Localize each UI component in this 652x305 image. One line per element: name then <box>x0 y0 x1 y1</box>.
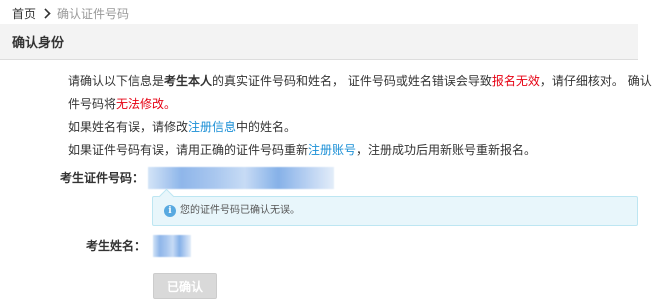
notice-text-segment: 中的姓名。 <box>236 120 297 134</box>
register-account-link[interactable]: 注册账号 <box>308 143 356 157</box>
notice-text-segment: 如果姓名有误，请修改 <box>68 120 189 134</box>
chevron-right-icon <box>40 7 51 19</box>
info-message-text: 您的证件号码已确认无误。 <box>180 205 300 216</box>
section-header: 确认身份 <box>0 24 638 60</box>
info-message-box: i 您的证件号码已确认无误。 <box>152 188 638 226</box>
notice-text-segment: 请确认以下信息是 <box>68 74 165 88</box>
notice-text-segment: 件号码将 <box>68 97 117 111</box>
notice-text: 请确认以下信息是考生本人的真实证件号码和姓名， 证件号码或姓名错误会导致报名无效… <box>68 70 652 162</box>
notice-line-3: 如果姓名有误，请修改注册信息中的姓名。 <box>68 116 652 139</box>
info-box-arrow <box>158 188 175 205</box>
name-value <box>153 235 191 257</box>
notice-emphasis: 考生本人 <box>164 74 213 88</box>
breadcrumb-current: 确认证件号码 <box>57 6 130 21</box>
notice-text-segment: 的真实证件号码和姓名， 证件号码或姓名错误会导致 <box>212 74 492 88</box>
notice-text-segment: ，注册成功后用新账号重新报名。 <box>356 143 537 157</box>
notice-line-2: 件号码将无法修改。 <box>68 93 652 116</box>
notice-text-segment: ，请仔细核对。 确认后证 <box>539 74 652 88</box>
breadcrumb-home-link[interactable]: 首页 <box>12 5 36 22</box>
info-icon: i <box>164 205 176 217</box>
notice-line-4: 如果证件号码有误，请用正确的证件号码重新注册账号，注册成功后用新账号重新报名。 <box>68 139 652 162</box>
confirmed-button[interactable]: 已确认 <box>153 273 217 299</box>
breadcrumb: 首页 确认证件号码 <box>12 5 129 21</box>
notice-warning: 报名无效 <box>491 74 540 88</box>
section-title: 确认身份 <box>12 36 65 51</box>
name-label: 考生姓名： <box>86 239 147 253</box>
notice-warning: 无法修改。 <box>116 97 177 111</box>
notice-text-segment: 如果证件号码有误，请用正确的证件号码重新 <box>68 143 309 157</box>
id-number-value <box>148 167 334 189</box>
notice-line-1: 请确认以下信息是考生本人的真实证件号码和姓名， 证件号码或姓名错误会导致报名无效… <box>68 70 652 93</box>
edit-registration-info-link[interactable]: 注册信息 <box>188 120 236 134</box>
id-number-label: 考生证件号码： <box>60 171 145 185</box>
